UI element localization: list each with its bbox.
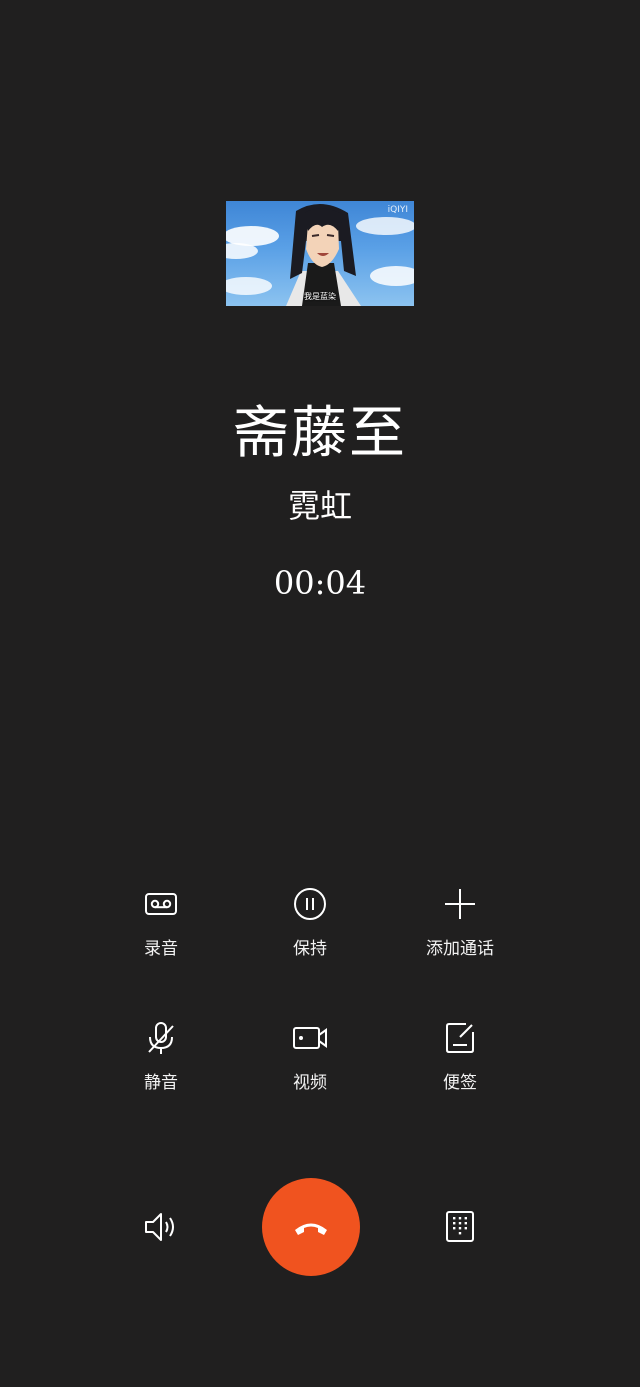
mute-button[interactable]: 静音 [81,1018,241,1093]
call-screen: iQIYI 我是蓝染 斋藤至 霓虹 00:04 录音 保持 添加通话 静音 视频… [0,0,640,1387]
caller-location: 霓虹 [287,487,352,525]
hold-label: 保持 [293,939,327,959]
dialpad-button[interactable] [440,1206,480,1250]
pause-circle-icon [294,888,326,920]
speaker-icon [145,1213,174,1241]
caller-name: 斋藤至 [233,401,407,466]
notes-label: 便签 [443,1073,477,1093]
video-label: 视频 [293,1073,327,1093]
mute-label: 静音 [144,1073,178,1093]
caller-photo: iQIYI 我是蓝染 [226,201,414,306]
dialpad-icon [446,1211,474,1242]
plus-icon [445,889,475,919]
call-timer: 00:04 [273,564,367,602]
add-call-label: 添加通话 [426,939,494,959]
video-camera-icon [293,1027,327,1049]
hold-button[interactable]: 保持 [230,884,390,959]
record-button[interactable]: 录音 [81,884,241,959]
note-edit-icon [446,1023,474,1053]
video-subtitle: 我是蓝染 [304,292,336,301]
end-call-button[interactable] [262,1178,360,1276]
add-call-button[interactable]: 添加通话 [380,884,540,959]
speaker-button[interactable] [140,1206,182,1252]
record-tape-icon [145,893,177,915]
mic-off-icon [148,1022,174,1054]
video-watermark-logo: iQIYI [387,205,408,215]
hang-up-icon [295,1223,327,1235]
video-button[interactable]: 视频 [230,1018,390,1093]
record-label: 录音 [144,939,178,959]
notes-button[interactable]: 便签 [380,1018,540,1093]
